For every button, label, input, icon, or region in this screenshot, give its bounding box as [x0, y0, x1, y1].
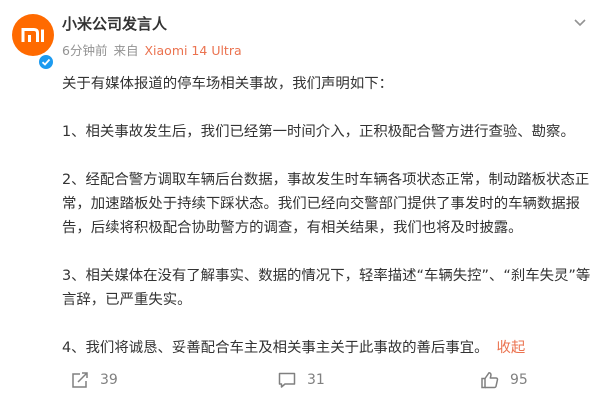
post-paragraph-2: 2、经配合警方调取车辆后台数据，事故发生时车辆各项状态正常，制动踏板状态正常，加…	[62, 172, 590, 236]
post-time[interactable]: 6分钟前	[62, 43, 107, 58]
xiaomi-logo-icon	[21, 28, 44, 42]
comment-button[interactable]: 31	[277, 364, 325, 396]
avatar[interactable]	[12, 14, 54, 56]
source-prefix: 来自	[113, 43, 139, 58]
post-paragraph-4: 4、我们将诚恳、妥善配合车主及相关事主关于此事故的善后事宜。	[62, 340, 489, 356]
post-content: 关于有媒体报道的停车场相关事故，我们声明如下： 1、相关事故发生后，我们已经第一…	[62, 72, 592, 360]
repost-count: 39	[100, 372, 118, 388]
post-meta: 6分钟前 来自 Xiaomi 14 Ultra	[62, 40, 248, 59]
like-count: 95	[510, 372, 528, 388]
post-intro: 关于有媒体报道的停车场相关事故，我们声明如下：	[62, 76, 393, 92]
action-bar: 39 31 95	[0, 364, 604, 396]
like-button[interactable]: 95	[480, 364, 528, 396]
comment-count: 31	[307, 372, 325, 388]
repost-button[interactable]: 39	[70, 364, 118, 396]
post-source[interactable]: Xiaomi 14 Ultra	[144, 43, 241, 58]
post-paragraph-3: 3、相关媒体在没有了解事实、数据的情况下，轻率描述“车辆失控”、“刹车失灵”等言…	[62, 268, 591, 308]
thumbs-up-icon	[481, 372, 499, 389]
post-paragraph-4-wrap: 4、我们将诚恳、妥善配合车主及相关事主关于此事故的善后事宜。 收起	[62, 336, 592, 360]
verified-badge-icon	[37, 53, 55, 71]
repost-icon	[72, 372, 88, 388]
chevron-down-icon[interactable]	[572, 14, 588, 30]
author-name[interactable]: 小米公司发言人	[62, 13, 167, 34]
collapse-link[interactable]: 收起	[497, 340, 526, 356]
comment-icon	[278, 372, 296, 388]
post-paragraph-1: 1、相关事故发生后，我们已经第一时间介入，正积极配合警方进行查验、勘察。	[62, 124, 575, 140]
